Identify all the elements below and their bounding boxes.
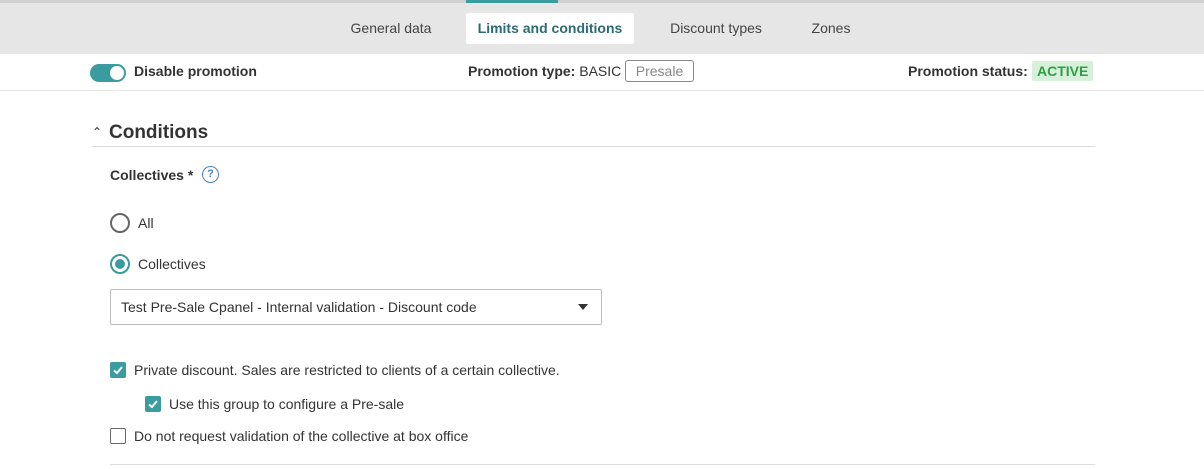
private-discount-label: Private discount. Sales are restricted t… [134, 362, 560, 378]
radio-all-label: All [138, 215, 154, 231]
radio-collectives[interactable] [110, 254, 130, 274]
checkmark-icon [113, 366, 123, 375]
radio-selected-dot [115, 259, 125, 269]
help-icon[interactable]: ? [202, 166, 219, 183]
collective-select[interactable]: Test Pre-Sale Cpanel - Internal validati… [110, 289, 602, 325]
presale-group-label: Use this group to configure a Pre-sale [169, 396, 405, 412]
conditions-title: Conditions [109, 122, 209, 143]
disable-promotion-toggle[interactable] [90, 64, 126, 82]
no-box-office-validation-label: Do not request validation of the collect… [134, 428, 469, 444]
promotion-status-label: Promotion status: [908, 63, 1028, 79]
section-divider [110, 464, 1095, 465]
caret-down-icon [578, 304, 588, 310]
conditions-section-header: ⌃ Conditions [92, 121, 1095, 147]
checkmark-icon [148, 400, 158, 409]
promotion-type-value: BASIC [579, 63, 622, 79]
private-discount-checkbox[interactable] [110, 362, 126, 378]
radio-all[interactable] [110, 213, 130, 233]
promotion-type-label: Promotion type: [468, 63, 576, 79]
disable-promotion-label: Disable promotion [134, 63, 257, 79]
presale-badge: Presale [625, 60, 694, 82]
promotion-status-bar: Disable promotion Promotion type: BASIC … [0, 54, 1204, 91]
tab-bar-indicator [466, 0, 558, 3]
tab-discount-types[interactable]: Discount types [656, 13, 776, 44]
chevron-up-icon[interactable]: ⌃ [92, 125, 102, 139]
promotion-type: Promotion type: BASIC [468, 63, 621, 79]
tab-zones[interactable]: Zones [798, 13, 864, 44]
collective-select-value: Test Pre-Sale Cpanel - Internal validati… [121, 299, 477, 315]
tab-bar: General data Limits and conditions Disco… [0, 0, 1204, 54]
promotion-status-badge: ACTIVE [1032, 61, 1094, 81]
collectives-field-label: Collectives * [110, 167, 194, 183]
radio-collectives-label: Collectives [138, 256, 206, 272]
tab-general-data[interactable]: General data [336, 13, 446, 44]
toggle-knob [110, 66, 124, 80]
presale-group-checkbox[interactable] [145, 396, 161, 412]
no-box-office-validation-checkbox[interactable] [110, 428, 126, 444]
tab-limits-and-conditions[interactable]: Limits and conditions [466, 13, 634, 44]
